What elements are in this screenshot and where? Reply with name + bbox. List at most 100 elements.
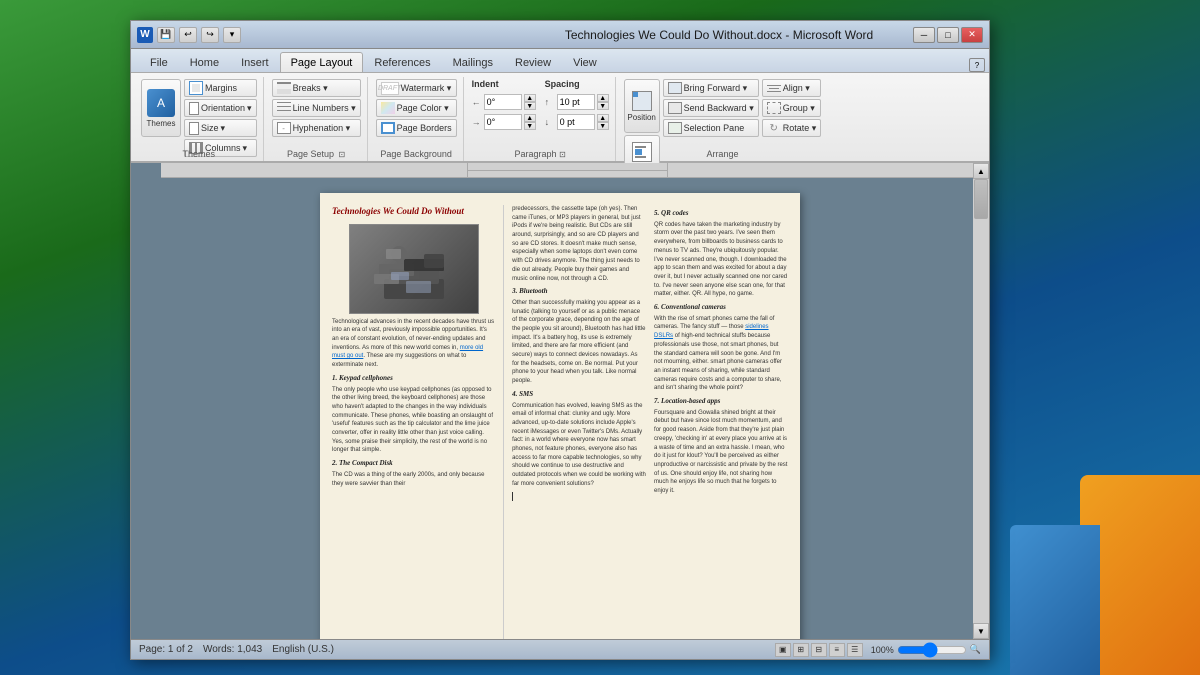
document-page: Technologies We Could Do Without [320, 193, 800, 639]
page-setup-btns: Breaks ▾ Line Numbers ▾ - Hyphenation ▾ [272, 79, 361, 137]
page-color-icon [381, 102, 395, 114]
tab-home[interactable]: Home [179, 52, 230, 72]
breaks-label: Breaks ▾ [293, 83, 328, 94]
doc-image [349, 224, 479, 314]
indent-col: Indent ← ▲ ▼ → ▲ ▼ [472, 79, 536, 131]
page-borders-icon [381, 122, 395, 134]
line-numbers-label: Line Numbers ▾ [293, 103, 356, 114]
draft-view-btn[interactable]: ☰ [847, 643, 863, 657]
arrange-col2: Bring Forward ▾ Send Backward ▾ Selectio… [663, 79, 759, 137]
undo-btn[interactable]: ↩ [179, 27, 197, 43]
ribbon-group-page-bg: DRAFT Watermark ▾ Page Color ▾ Page Bord… [370, 77, 464, 161]
themes-button[interactable]: A Themes [141, 79, 181, 137]
close-button[interactable]: ✕ [961, 27, 983, 43]
page-bg-group-label: Page Background [370, 149, 463, 159]
indent-right-up[interactable]: ▲ [524, 114, 536, 122]
rotate-button[interactable]: ↻ Rotate ▾ [762, 119, 822, 137]
full-screen-view-btn[interactable]: ⊞ [793, 643, 809, 657]
tab-file[interactable]: File [139, 52, 179, 72]
indent-left-row: ← ▲ ▼ [472, 93, 536, 111]
page-setup-content: Breaks ▾ Line Numbers ▾ - Hyphenation ▾ [272, 79, 361, 147]
spacing-after-spinner: ▲ ▼ [597, 114, 609, 130]
title-bar: W 💾 ↩ ↪ ▾ Technologies We Could Do Witho… [131, 21, 989, 49]
doc-body-6: With the rise of smart phones came the f… [654, 315, 788, 393]
margins-button[interactable]: Margins [184, 79, 257, 97]
align-button[interactable]: Align ▾ [762, 79, 822, 97]
scrollbar-track [973, 179, 989, 623]
doc-left-column: Technologies We Could Do Without [332, 205, 503, 639]
spacing-before-down[interactable]: ▼ [597, 102, 609, 110]
position-label: Position [627, 113, 655, 122]
spacing-after-down[interactable]: ▼ [597, 122, 609, 130]
tab-mailings[interactable]: Mailings [442, 52, 504, 72]
page-borders-button[interactable]: Page Borders [376, 119, 457, 137]
ribbon-group-themes: A Themes Margins Orientation ▾ [135, 77, 264, 161]
page-color-button[interactable]: Page Color ▾ [376, 99, 457, 117]
title-bar-left: W 💾 ↩ ↪ ▾ [137, 27, 525, 43]
send-backward-button[interactable]: Send Backward ▾ [663, 99, 759, 117]
doc-heading-6: 6. Conventional cameras [654, 303, 788, 313]
outline-view-btn[interactable]: ≡ [829, 643, 845, 657]
orientation-button[interactable]: Orientation ▾ [184, 99, 257, 117]
size-button[interactable]: Size ▾ [184, 119, 257, 137]
spacing-before-input[interactable] [557, 94, 595, 110]
tab-insert[interactable]: Insert [230, 52, 280, 72]
spacing-after-input[interactable] [557, 114, 595, 130]
doc-link-sidelines: sidelines DSLRs [654, 324, 769, 339]
doc-right-sub-left: predecessors, the cassette tape (oh yes)… [512, 205, 646, 639]
indent-right-down[interactable]: ▼ [524, 122, 536, 130]
indent-right-input[interactable] [484, 114, 522, 130]
watermark-label: Watermark ▾ [401, 83, 452, 94]
web-layout-view-btn[interactable]: ⊟ [811, 643, 827, 657]
scrollbar-thumb[interactable] [974, 179, 988, 219]
line-numbers-button[interactable]: Line Numbers ▾ [272, 99, 361, 117]
minimize-button[interactable]: ─ [913, 27, 935, 43]
watermark-icon: DRAFT [381, 82, 399, 95]
tab-references[interactable]: References [363, 52, 441, 72]
breaks-button[interactable]: Breaks ▾ [272, 79, 361, 97]
themes-label: Themes [147, 119, 176, 128]
selection-pane-button[interactable]: Selection Pane [663, 119, 759, 137]
themes-icon: A [147, 89, 175, 117]
maximize-button[interactable]: □ [937, 27, 959, 43]
spacing-before-up[interactable]: ▲ [597, 94, 609, 102]
group-button[interactable]: Group ▾ [762, 99, 822, 117]
window-title: Technologies We Could Do Without.docx - … [525, 28, 913, 42]
indent-left-input[interactable] [484, 94, 522, 110]
bring-forward-button[interactable]: Bring Forward ▾ [663, 79, 759, 97]
hyphenation-button[interactable]: - Hyphenation ▾ [272, 119, 361, 137]
spacing-before-spinner: ▲ ▼ [597, 94, 609, 110]
page-setup-expand-icon[interactable]: ⊡ [339, 150, 346, 159]
spacing-label: Spacing [545, 79, 609, 89]
ribbon-tabs: File Home Insert Page Layout References … [131, 49, 989, 73]
ribbon-group-arrange: Position Wrap Text ▾ Bring For [618, 77, 828, 161]
breaks-icon [277, 82, 291, 94]
print-layout-view-btn[interactable]: ▣ [775, 643, 791, 657]
doc-right-sub-right: 5. QR codes QR codes have taken the mark… [654, 205, 788, 639]
tab-review[interactable]: Review [504, 52, 562, 72]
doc-heading-4: 4. SMS [512, 390, 646, 400]
paragraph-expand-icon[interactable]: ⊡ [559, 150, 566, 159]
view-buttons: ▣ ⊞ ⊟ ≡ ☰ [775, 643, 863, 657]
scroll-down-button[interactable]: ▼ [973, 623, 989, 639]
indent-left-down[interactable]: ▼ [524, 102, 536, 110]
ribbon: A Themes Margins Orientation ▾ [131, 73, 989, 163]
indent-left-up[interactable]: ▲ [524, 94, 536, 102]
rotate-icon: ↻ [767, 122, 781, 134]
doc-intro-text: Technological advances in the recent dec… [332, 318, 495, 370]
size-dropdown-icon: ▾ [221, 123, 226, 134]
position-button[interactable]: Position [624, 79, 660, 133]
tab-page-layout[interactable]: Page Layout [280, 52, 364, 72]
ribbon-help-btn[interactable]: ? [969, 58, 985, 72]
redo-btn[interactable]: ↪ [201, 27, 219, 43]
arrange-group-label: Arrange [618, 149, 828, 159]
doc-body-7: Foursquare and Gowalla shined bright at … [654, 409, 788, 496]
zoom-slider[interactable] [897, 645, 967, 655]
spacing-after-up[interactable]: ▲ [597, 114, 609, 122]
watermark-button[interactable]: DRAFT Watermark ▾ [376, 79, 457, 97]
scroll-up-button[interactable]: ▲ [973, 163, 989, 179]
tab-view[interactable]: View [562, 52, 608, 72]
paragraph-group-label: Paragraph ⊡ [466, 149, 615, 159]
customize-quick-access-btn[interactable]: ▾ [223, 27, 241, 43]
quick-save-btn[interactable]: 💾 [157, 27, 175, 43]
